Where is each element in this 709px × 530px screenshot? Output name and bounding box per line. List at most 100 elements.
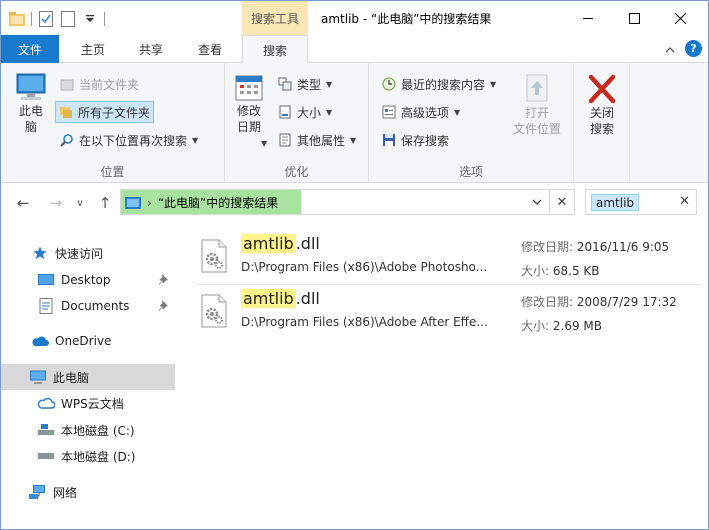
nav-label: Documents: [61, 299, 130, 313]
date-modified-label-1: 修改: [236, 104, 261, 118]
ribbon-controls: ?: [665, 40, 702, 57]
size-value: 2.69 MB: [552, 319, 602, 333]
search-again-label: 在以下位置再次搜索: [79, 133, 188, 148]
kind-button[interactable]: 类型 ▼: [275, 73, 335, 95]
search-input[interactable]: amtlib: [591, 194, 640, 211]
desktop-icon: [37, 271, 55, 289]
folder-icon[interactable]: [9, 11, 25, 27]
save-search-button[interactable]: 保存搜索: [379, 129, 452, 151]
nav-label: 快速访问: [55, 246, 104, 261]
size-key: 大小:: [521, 319, 550, 333]
magnifier-icon: [60, 134, 73, 147]
advanced-options-button[interactable]: 高级选项 ▼: [379, 101, 463, 123]
arrow-left-icon: ←: [16, 194, 30, 212]
other-properties-button[interactable]: 其他属性 ▼: [275, 129, 359, 151]
computer-icon: [16, 73, 46, 100]
size-icon: [279, 105, 291, 119]
nav-item-desktop[interactable]: Desktop: [1, 267, 175, 293]
recent-searches-icon: [382, 77, 396, 91]
minimize-icon: [583, 18, 593, 19]
nav-item-wps-cloud[interactable]: WPS云文档: [1, 390, 175, 416]
pin-icon[interactable]: [157, 273, 169, 285]
arrow-right-icon: →: [49, 194, 63, 212]
date-modified-button[interactable]: 修改 日期: [229, 73, 269, 135]
nav-label: 网络: [53, 485, 78, 500]
date-modified-key: 修改日期:: [521, 240, 574, 254]
quick-access-toolbar: [9, 10, 105, 28]
network-icon: [29, 483, 47, 501]
tab-home[interactable]: 主页: [67, 35, 119, 63]
close-window-button[interactable]: [657, 1, 703, 35]
address-dropdown-button[interactable]: [524, 190, 550, 214]
clear-address-button[interactable]: ✕: [550, 190, 574, 214]
tab-share[interactable]: 共享: [125, 35, 177, 63]
file-name[interactable]: amtlib .dll: [241, 289, 320, 308]
kind-label: 类型: [297, 77, 322, 92]
properties-icon[interactable]: [38, 11, 54, 27]
nav-item-quick-access[interactable]: 快速访问: [1, 240, 175, 266]
drive-icon: [37, 447, 55, 465]
nav-item-onedrive[interactable]: OneDrive: [1, 328, 175, 354]
date-modified-key: 修改日期:: [521, 295, 574, 309]
clear-search-icon[interactable]: ✕: [679, 194, 690, 209]
size-value: 68.5 KB: [552, 264, 600, 278]
result-row[interactable]: amtlib .dll D:\Program Files (x86)\Adobe …: [197, 286, 702, 338]
new-folder-icon[interactable]: [60, 11, 76, 27]
chevron-down-icon: [532, 199, 541, 205]
all-subfolders-label: 所有子文件夹: [78, 105, 151, 120]
search-box[interactable]: amtlib ✕: [585, 189, 697, 215]
maximize-button[interactable]: [611, 1, 657, 35]
search-tools-context-tab: 搜索工具: [242, 1, 308, 35]
date-modified-label-2: 日期: [236, 120, 261, 134]
close-search-label-1: 关闭: [589, 106, 614, 120]
close-search-icon: [588, 74, 616, 104]
all-subfolders-button[interactable]: 所有子文件夹: [55, 101, 155, 123]
collapse-ribbon-icon[interactable]: [665, 42, 675, 56]
navigation-bar: ← → ∨ ↑ › “此电脑”中的搜索结果 ✕ amtlib ✕: [1, 184, 708, 222]
current-folder-button[interactable]: 当前文件夹: [57, 73, 142, 95]
cloud-icon: [31, 332, 49, 350]
tab-file[interactable]: 文件: [1, 35, 59, 63]
chevron-down-icon: ▼: [326, 79, 333, 89]
chevron-down-icon: ▼: [490, 79, 497, 89]
chevron-down-icon[interactable]: ▼: [261, 139, 267, 148]
chevron-down-icon: ▼: [350, 135, 357, 145]
computer-icon: [29, 368, 47, 386]
recent-searches-button[interactable]: 最近的搜索内容 ▼: [379, 73, 499, 95]
file-extension: .dll: [295, 234, 320, 253]
nav-item-documents[interactable]: Documents: [1, 293, 175, 319]
qat-separator: [104, 12, 105, 26]
result-row[interactable]: amtlib .dll D:\Program Files (x86)\Adobe …: [197, 231, 702, 283]
address-bar[interactable]: › “此电脑”中的搜索结果 ✕: [120, 189, 575, 215]
size-button[interactable]: 大小 ▼: [275, 101, 335, 123]
tab-search[interactable]: 搜索: [242, 35, 308, 64]
search-match-highlight: amtlib: [241, 234, 296, 253]
window-title: amtlib - “此电脑”中的搜索结果: [321, 12, 492, 26]
open-location-label-2: 文件位置: [512, 122, 561, 136]
customize-qat-icon[interactable]: [82, 11, 98, 27]
pin-icon[interactable]: [157, 299, 169, 311]
system-drive-icon: [37, 421, 55, 439]
nav-item-disk-c[interactable]: 本地磁盘 (C:): [1, 417, 175, 443]
date-modified-value: 2008/7/29 17:32: [576, 295, 677, 309]
nav-item-disk-d[interactable]: 本地磁盘 (D:): [1, 443, 175, 469]
search-again-button[interactable]: 在以下位置再次搜索 ▼: [57, 129, 201, 151]
up-button[interactable]: ↑: [95, 193, 115, 213]
tab-view[interactable]: 查看: [183, 35, 237, 63]
search-results-icon: [125, 196, 141, 209]
address-path-text[interactable]: “此电脑”中的搜索结果: [158, 194, 278, 211]
ribbon-tabs: 文件 主页 共享 查看 搜索 ?: [1, 35, 708, 64]
recent-locations-button[interactable]: ∨: [70, 193, 90, 213]
date-modified-value: 2016/11/6 9:05: [576, 240, 670, 254]
nav-item-this-pc[interactable]: 此电脑: [1, 364, 175, 390]
open-file-location-button[interactable]: 打开 文件位置: [507, 73, 567, 137]
close-search-button[interactable]: 关闭 搜索: [580, 73, 624, 137]
minimize-button[interactable]: [565, 1, 611, 35]
this-pc-button[interactable]: 此电 脑: [9, 73, 53, 135]
breadcrumb-separator-icon: ›: [147, 195, 152, 210]
help-icon[interactable]: ?: [685, 40, 702, 57]
nav-item-network[interactable]: 网络: [1, 479, 175, 505]
forward-button[interactable]: →: [46, 193, 66, 213]
back-button[interactable]: ←: [13, 193, 33, 213]
file-name[interactable]: amtlib .dll: [241, 234, 320, 253]
